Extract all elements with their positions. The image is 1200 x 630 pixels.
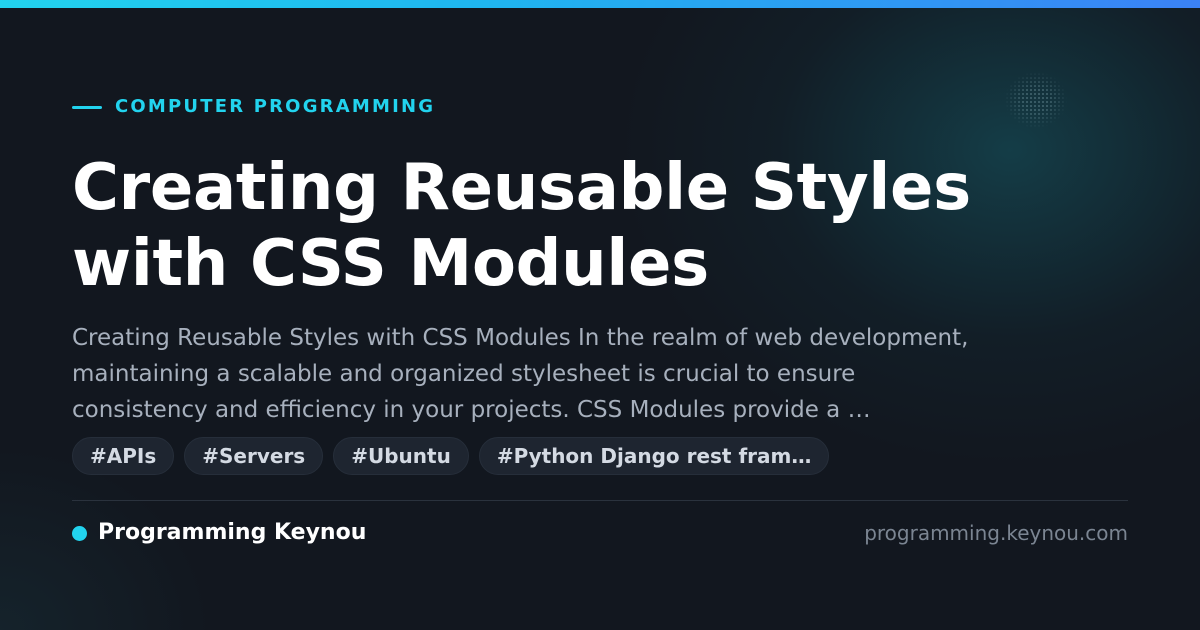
article-title-line-1: Creating Reusable Styles (72, 151, 971, 225)
article-title-line-2: with CSS Modules (72, 227, 709, 301)
accent-top-bar (0, 0, 1200, 8)
dot-pattern-decoration (1005, 72, 1067, 128)
tag-servers: #Servers (184, 437, 324, 475)
site-domain: programming.keynou.com (864, 521, 1128, 545)
brand-name: Programming Keynou (98, 520, 367, 545)
article-title: Creating Reusable Styles with CSS Module… (72, 150, 1132, 302)
excerpt-line-3: consistency and efficiency in your proje… (72, 397, 871, 423)
tag-python-django: #Python Django rest fram… (478, 437, 830, 475)
tag-apis: #APIs (72, 437, 175, 475)
category-label: COMPUTER PROGRAMMING (115, 96, 436, 117)
excerpt-line-2: maintaining a scalable and organized sty… (72, 361, 856, 387)
article-excerpt: Creating Reusable Styles with CSS Module… (72, 320, 1132, 428)
excerpt-line-1: Creating Reusable Styles with CSS Module… (72, 325, 969, 351)
category-line-icon (72, 105, 102, 109)
brand-dot-icon (72, 525, 87, 541)
tag-ubuntu: #Ubuntu (333, 437, 469, 475)
footer-divider (72, 500, 1128, 501)
tag-list: #APIs #Servers #Ubuntu #Python Django re… (72, 437, 830, 475)
brand: Programming Keynou (72, 519, 366, 547)
category: COMPUTER PROGRAMMING (72, 96, 435, 118)
